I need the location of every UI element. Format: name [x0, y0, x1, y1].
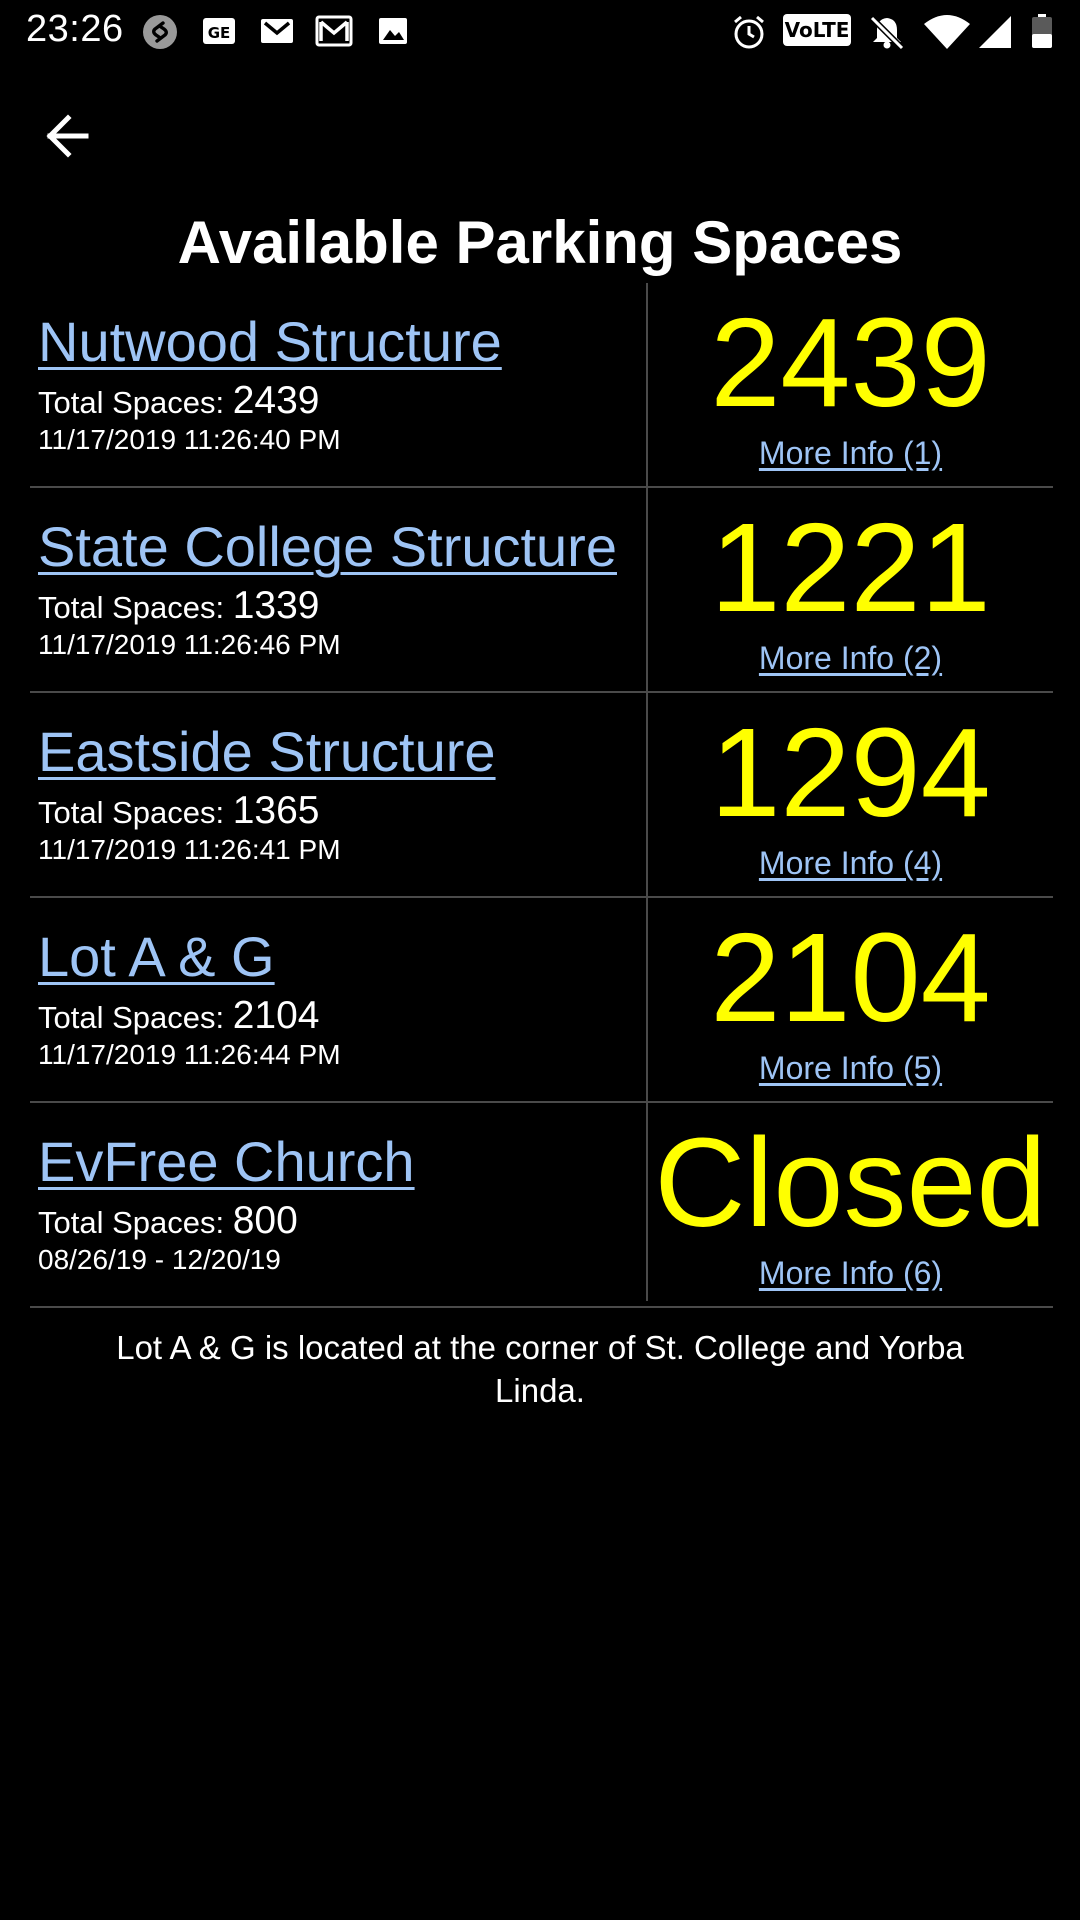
status-bar: 23:26 GE VoLTE — [0, 0, 1080, 64]
total-spaces-value: 800 — [232, 1199, 298, 1242]
date-range: 08/26/19 - 12/20/19 — [38, 1244, 281, 1275]
parking-row: Lot A & G Total Spaces: 2104 11/17/2019 … — [30, 898, 1053, 1103]
alarm-icon — [730, 14, 768, 49]
shazam-icon — [142, 14, 178, 49]
total-spaces-label: Total Spaces: — [38, 385, 225, 420]
lot-name-link[interactable]: Lot A & G — [38, 924, 275, 989]
more-info-link[interactable]: More Info (2) — [648, 640, 1053, 677]
total-spaces: Total Spaces: 1339 — [38, 584, 320, 628]
more-info-link[interactable]: More Info (1) — [648, 435, 1053, 472]
gallery-icon — [376, 14, 410, 48]
signal-icon — [977, 14, 1013, 48]
parking-row: Eastside Structure Total Spaces: 1365 11… — [30, 693, 1053, 898]
more-info-link[interactable]: More Info (6) — [648, 1255, 1053, 1292]
updated-timestamp: 11/17/2019 11:26:46 PM — [38, 629, 341, 660]
total-spaces: Total Spaces: 2104 — [38, 994, 320, 1038]
parking-row: Nutwood Structure Total Spaces: 2439 11/… — [30, 283, 1053, 488]
parking-row: EvFree Church Total Spaces: 800 08/26/19… — [30, 1103, 1053, 1308]
total-spaces-label: Total Spaces: — [38, 795, 225, 830]
volte-icon: VoLTE — [783, 14, 851, 46]
lot-name-link[interactable]: Eastside Structure — [38, 719, 496, 784]
total-spaces: Total Spaces: 1365 — [38, 789, 320, 833]
total-spaces-label: Total Spaces: — [38, 1000, 225, 1035]
available-count: 2104 — [710, 907, 991, 1048]
total-spaces-value: 2439 — [232, 379, 320, 422]
lot-name-link[interactable]: State College Structure — [38, 514, 617, 579]
parking-table: Nutwood Structure Total Spaces: 2439 11/… — [30, 283, 1053, 1308]
total-spaces: Total Spaces: 800 — [38, 1199, 298, 1243]
total-spaces: Total Spaces: 2439 — [38, 379, 320, 423]
battery-icon — [1030, 14, 1054, 48]
updated-timestamp: 11/17/2019 11:26:44 PM — [38, 1039, 341, 1070]
status-time: 23:26 — [26, 8, 124, 50]
more-info-link[interactable]: More Info (4) — [648, 845, 1053, 882]
total-spaces-value: 1365 — [232, 789, 320, 832]
back-button[interactable] — [40, 106, 106, 166]
available-count: Closed — [654, 1112, 1047, 1253]
updated-timestamp: 11/17/2019 11:26:41 PM — [38, 834, 341, 865]
lot-name-link[interactable]: Nutwood Structure — [38, 309, 502, 374]
updated-timestamp: 11/17/2019 11:26:40 PM — [38, 424, 341, 455]
location-note: Lot A & G is located at the corner of St… — [116, 1329, 964, 1409]
total-spaces-value: 1339 — [232, 584, 320, 627]
total-spaces-value: 2104 — [232, 994, 320, 1037]
svg-text:GE: GE — [208, 24, 231, 42]
lot-name-link[interactable]: EvFree Church — [38, 1129, 415, 1194]
available-count: 1294 — [710, 702, 991, 843]
more-info-link[interactable]: More Info (5) — [648, 1050, 1053, 1087]
available-count: 2439 — [710, 292, 991, 433]
notifications-off-icon — [868, 14, 906, 50]
ge-news-icon: GE — [201, 14, 237, 48]
gmail-outline-icon — [314, 14, 354, 48]
arrow-left-icon — [46, 114, 89, 158]
parking-row: State College Structure Total Spaces: 13… — [30, 488, 1053, 693]
page-title: Available Parking Spaces — [177, 209, 903, 276]
total-spaces-label: Total Spaces: — [38, 1205, 225, 1240]
total-spaces-label: Total Spaces: — [38, 590, 225, 625]
gmail-icon — [259, 14, 295, 48]
wifi-icon — [922, 14, 972, 49]
available-count: 1221 — [710, 497, 991, 638]
